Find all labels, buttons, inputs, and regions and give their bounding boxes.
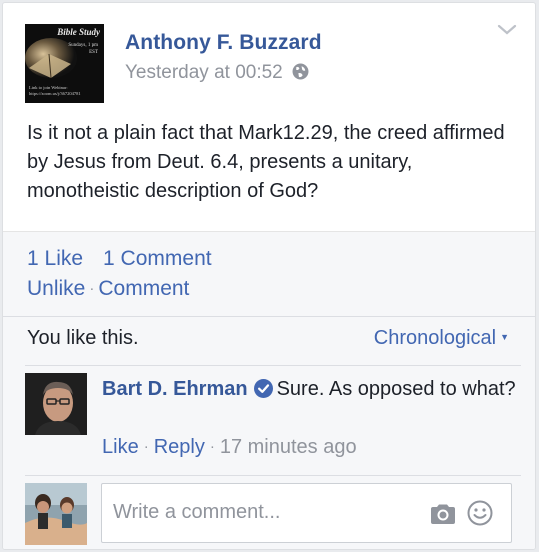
timestamp-text: Yesterday at 00:52 bbox=[125, 62, 283, 83]
my-avatar[interactable] bbox=[25, 483, 87, 545]
post-actions: Unlike · Comment bbox=[27, 277, 189, 301]
separator-dot: · bbox=[143, 438, 149, 455]
you-like-text: You like this. bbox=[27, 327, 139, 349]
comment-composer: Write a comment... bbox=[25, 483, 521, 545]
caret-down-icon: ▼ bbox=[500, 332, 509, 342]
comments-section: You like this. Chronological ▼ Bart D. Eh… bbox=[3, 316, 535, 549]
divider bbox=[25, 365, 521, 366]
avatar-title: Bible Study bbox=[57, 27, 100, 37]
comment-order-label: Chronological bbox=[373, 327, 497, 349]
comment-like-button[interactable]: Like bbox=[102, 436, 139, 458]
separator-dot: · bbox=[89, 280, 95, 297]
avatar-subtitle: Sundays, 1 pm EST bbox=[68, 43, 98, 55]
post-text: Is it not a plain fact that Mark12.29, t… bbox=[27, 122, 505, 202]
portrait-image bbox=[25, 373, 87, 435]
comment-actions: Like · Reply · 17 minutes ago bbox=[102, 436, 357, 459]
reaction-summary: 1 Like 1 Comment bbox=[27, 247, 212, 271]
divider bbox=[25, 475, 521, 476]
comment-input[interactable]: Write a comment... bbox=[101, 483, 512, 543]
commenter-name[interactable]: Bart D. Ehrman bbox=[102, 378, 248, 400]
like-count[interactable]: 1 Like bbox=[27, 247, 83, 270]
globe-icon[interactable] bbox=[292, 63, 309, 80]
page-avatar[interactable]: Bible Study Sundays, 1 pm EST Link to jo… bbox=[25, 24, 104, 103]
profile-photo-image bbox=[25, 483, 87, 545]
post-stats: 1 Like 1 Comment Unlike · Comment bbox=[3, 231, 535, 316]
smiley-icon[interactable] bbox=[467, 500, 493, 526]
comment-text: Sure. As opposed to what? bbox=[276, 378, 516, 400]
avatar-link-text: Link to join Webinar: https://zoom.us/j/… bbox=[29, 85, 81, 96]
post-timestamp[interactable]: Yesterday at 00:52 bbox=[125, 62, 309, 84]
author-name[interactable]: Anthony F. Buzzard bbox=[125, 31, 322, 55]
comment-time[interactable]: 17 minutes ago bbox=[220, 436, 357, 458]
verified-badge-icon bbox=[253, 379, 273, 398]
post-card: Bible Study Sundays, 1 pm EST Link to jo… bbox=[2, 2, 536, 550]
commenter-avatar[interactable] bbox=[25, 373, 87, 435]
camera-icon[interactable] bbox=[429, 503, 457, 525]
unlike-button[interactable]: Unlike bbox=[27, 277, 85, 300]
comment-order-dropdown[interactable]: Chronological ▼ bbox=[374, 327, 509, 350]
comment: Bart D. Ehrman Sure. As opposed to what? … bbox=[25, 373, 521, 473]
comment-body: Bart D. Ehrman Sure. As opposed to what? bbox=[102, 375, 522, 404]
separator-dot: · bbox=[209, 438, 215, 455]
chevron-down-icon[interactable] bbox=[497, 24, 517, 36]
post-header: Bible Study Sundays, 1 pm EST Link to jo… bbox=[25, 24, 521, 104]
comment-count[interactable]: 1 Comment bbox=[103, 247, 212, 270]
comment-reply-button[interactable]: Reply bbox=[154, 436, 205, 458]
comment-button[interactable]: Comment bbox=[98, 277, 189, 300]
comment-input-placeholder: Write a comment... bbox=[113, 501, 281, 523]
